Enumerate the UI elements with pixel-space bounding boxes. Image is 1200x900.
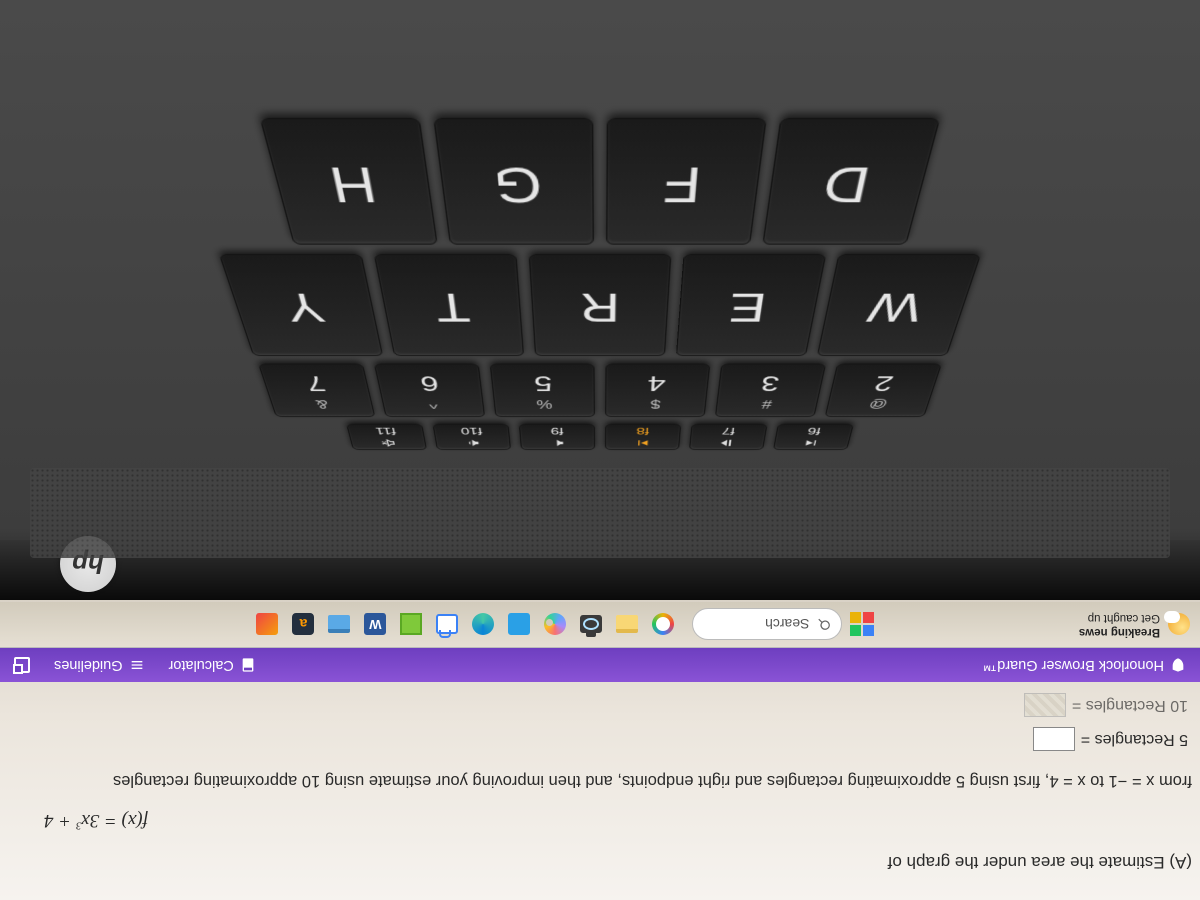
answer-row-5: 5 Rectangles = — [26, 724, 1192, 754]
qwerty-row: W E R T Y — [0, 254, 1200, 356]
key-f9[interactable]: f9 — [519, 424, 595, 450]
fullscreen-button[interactable] — [14, 657, 30, 673]
calculator-label: Calculator — [169, 657, 234, 673]
news-text: Breaking news Get caught up — [1079, 611, 1160, 637]
honorlock-label: Honorlock Browser Guard™ — [983, 657, 1164, 673]
calculator-button[interactable]: Calculator — [169, 657, 256, 673]
key-f10[interactable]: f10 — [432, 424, 511, 450]
shield-icon — [1170, 657, 1186, 673]
answer-row-10: 10 Rectangles = — [26, 689, 1192, 719]
keyboard: f6 f7 f8 f9 — [20, 10, 1180, 450]
volume-down-icon — [549, 438, 566, 448]
edge-icon[interactable] — [470, 612, 496, 638]
key-w[interactable]: W — [817, 254, 981, 356]
search-placeholder: Search — [765, 617, 809, 633]
key-3[interactable]: #3 — [715, 364, 826, 417]
key-e[interactable]: E — [676, 254, 826, 356]
camera-icon[interactable] — [578, 612, 604, 638]
asdf-row: D F G H — [0, 118, 1200, 245]
guidelines-button[interactable]: Guidelines — [54, 657, 145, 673]
start-button[interactable] — [850, 613, 874, 637]
search-icon — [817, 618, 831, 632]
range-instruction: from x = −1 to x = 4, first using 5 appr… — [26, 764, 1192, 795]
news-line1: Breaking news — [1079, 625, 1160, 638]
guidelines-label: Guidelines — [54, 657, 123, 673]
answer-5-input[interactable] — [1033, 727, 1075, 751]
word-icon[interactable]: W — [362, 612, 388, 638]
key-f7[interactable]: f7 — [689, 424, 768, 450]
laptop-deck: hp f6 f7 f8 — [0, 0, 1200, 600]
key-f[interactable]: F — [606, 118, 767, 245]
key-r[interactable]: R — [529, 254, 672, 356]
answer-10-label: 10 Rectangles = — [1072, 689, 1188, 719]
key-g[interactable]: G — [433, 118, 594, 245]
copilot-icon[interactable] — [650, 612, 676, 638]
key-d[interactable]: D — [762, 118, 940, 245]
app-green-icon[interactable] — [398, 612, 424, 638]
key-5[interactable]: %5 — [490, 364, 595, 417]
volume-up-icon — [464, 438, 482, 448]
amazon-icon[interactable]: a — [290, 612, 316, 638]
answer-10-input[interactable] — [1024, 693, 1066, 717]
laptop-screen: (A) Estimate the area under the graph of… — [0, 590, 1200, 900]
store-icon[interactable] — [434, 612, 460, 638]
fullscreen-icon — [14, 657, 30, 673]
honorlock-bar: Honorlock Browser Guard™ Calculator Guid… — [0, 648, 1200, 682]
taskbar-widgets[interactable]: Breaking news Get caught up — [1079, 611, 1190, 637]
key-6[interactable]: ^6 — [374, 364, 485, 417]
calculator-icon — [240, 657, 256, 673]
news-line2: Get caught up — [1079, 611, 1160, 624]
app-misc-icon[interactable] — [254, 612, 280, 638]
app-blue-icon[interactable] — [506, 612, 532, 638]
paint-icon[interactable] — [542, 612, 568, 638]
part-label: (A) — [1169, 853, 1192, 872]
key-t[interactable]: T — [374, 254, 524, 356]
key-2[interactable]: @2 — [825, 364, 942, 417]
taskbar-pinned: W a — [254, 612, 676, 638]
key-f8[interactable]: f8 — [605, 424, 681, 450]
key-y[interactable]: Y — [219, 254, 383, 356]
key-f11[interactable]: f11 — [346, 424, 427, 450]
file-explorer-icon[interactable] — [614, 612, 640, 638]
function-expression: f(x) = 3x3 + 4 — [44, 802, 1192, 838]
taskbar-search[interactable]: Search — [692, 609, 842, 641]
news-icon — [1168, 614, 1190, 636]
fn-row: f6 f7 f8 f9 — [4, 424, 1197, 450]
folder-icon[interactable] — [326, 612, 352, 638]
play-pause-icon — [718, 438, 736, 448]
question-prompt: (A) Estimate the area under the graph of — [26, 846, 1192, 878]
key-f6[interactable]: f6 — [773, 424, 854, 450]
next-track-icon — [634, 438, 651, 448]
windows-taskbar: Breaking news Get caught up Search — [0, 602, 1200, 648]
key-h[interactable]: H — [260, 118, 438, 245]
key-7[interactable]: &7 — [258, 364, 375, 417]
speaker-grille — [30, 468, 1170, 558]
key-4[interactable]: $4 — [605, 364, 710, 417]
prompt-text: Estimate the area under the graph of — [888, 853, 1165, 872]
math-problem: (A) Estimate the area under the graph of… — [0, 683, 1200, 900]
mute-icon — [379, 438, 397, 448]
list-icon — [129, 657, 145, 673]
answer-5-label: 5 Rectangles = — [1081, 724, 1188, 754]
prev-track-icon — [802, 438, 820, 448]
number-row: @2 #3 $4 %5 ^6 &7 — [0, 364, 1200, 417]
